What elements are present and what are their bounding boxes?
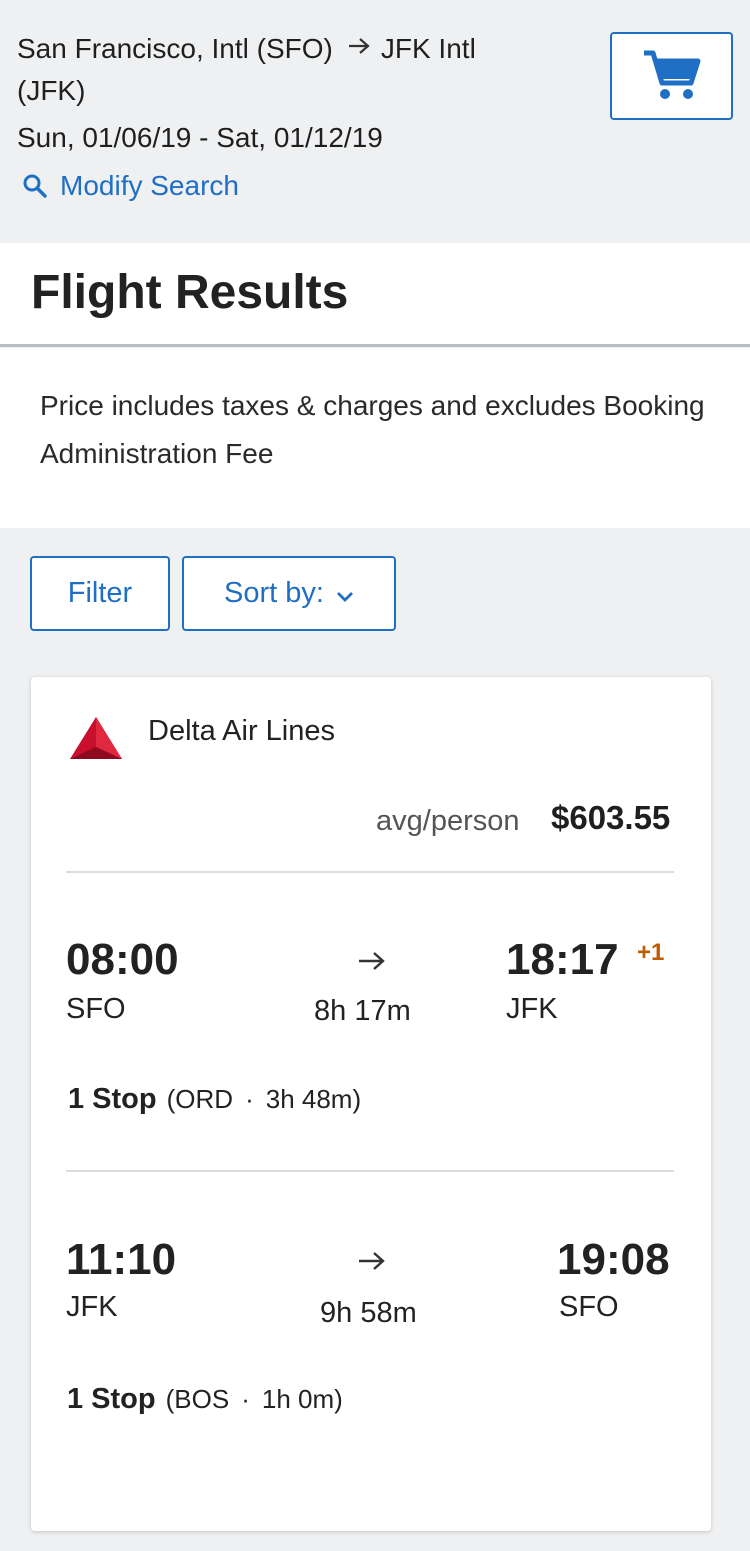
- flight-result-card[interactable]: Delta Air Lines avg/person $603.55 08:00…: [31, 677, 711, 1531]
- destination-label: JFK Intl: [380, 33, 476, 64]
- search-summary: San Francisco, Intl (SFO) JFK Intl (JFK) …: [0, 0, 750, 243]
- arrow-right-icon: [348, 38, 370, 54]
- return-stops: 1 Stop (BOS · 1h 0m): [67, 1383, 343, 1416]
- outbound-stop-airport: (ORD: [166, 1084, 234, 1114]
- destination-code: (JFK): [17, 75, 86, 106]
- outbound-depart-time: 08:00: [66, 935, 179, 984]
- return-depart-code: JFK: [66, 1291, 118, 1323]
- modify-search-link[interactable]: Modify Search: [22, 166, 239, 206]
- return-stop-airport: (BOS: [165, 1384, 230, 1414]
- separator-dot: ·: [241, 1384, 250, 1414]
- arrow-right-icon: [359, 952, 385, 970]
- return-duration: 9h 58m: [320, 1297, 417, 1329]
- day-offset-badge: +1: [637, 939, 665, 966]
- airline-name: Delta Air Lines: [148, 715, 335, 747]
- price-notice: Price includes taxes & charges and exclu…: [0, 348, 750, 528]
- chevron-down-icon: [336, 591, 353, 602]
- separator-dot: ·: [245, 1084, 254, 1114]
- return-depart-time: 11:10: [66, 1235, 177, 1284]
- outbound-arrive-code: JFK: [506, 993, 558, 1025]
- cart-icon: [643, 50, 700, 99]
- route-text: San Francisco, Intl (SFO) JFK Intl (JFK): [17, 28, 577, 112]
- page-title: Flight Results: [31, 266, 349, 319]
- price: $603.55: [551, 799, 671, 836]
- return-arrive-code: SFO: [559, 1291, 619, 1323]
- divider: [66, 1170, 674, 1172]
- origin-label: San Francisco, Intl (SFO): [17, 33, 333, 64]
- delta-logo-icon: [70, 717, 122, 759]
- return-stop-duration: 1h 0m): [261, 1384, 343, 1414]
- results-header: Flight Results: [0, 243, 750, 347]
- avg-person-label: avg/person: [376, 805, 520, 837]
- cart-button[interactable]: [610, 32, 733, 120]
- price-notice-text: Price includes taxes & charges and exclu…: [40, 390, 705, 469]
- outbound-stops: 1 Stop (ORD · 3h 48m): [68, 1083, 361, 1116]
- search-icon: [23, 174, 47, 198]
- outbound-stop-duration: 3h 48m): [265, 1084, 362, 1114]
- arrow-right-icon: [359, 1252, 385, 1270]
- travel-dates: Sun, 01/06/19 - Sat, 01/12/19: [17, 122, 383, 153]
- outbound-duration: 8h 17m: [314, 995, 411, 1027]
- outbound-stops-label: 1 Stop: [68, 1083, 157, 1115]
- modify-search-label: Modify Search: [60, 170, 239, 201]
- sort-dropdown[interactable]: Sort by:: [182, 556, 396, 631]
- return-stops-label: 1 Stop: [67, 1383, 156, 1415]
- sort-label: Sort by:: [224, 577, 324, 609]
- filter-label: Filter: [67, 577, 133, 609]
- outbound-arrive-time: 18:17: [506, 935, 619, 984]
- divider: [66, 871, 674, 873]
- outbound-depart-code: SFO: [66, 993, 126, 1025]
- return-arrive-time: 19:08: [557, 1235, 670, 1284]
- filter-button[interactable]: Filter: [30, 556, 170, 631]
